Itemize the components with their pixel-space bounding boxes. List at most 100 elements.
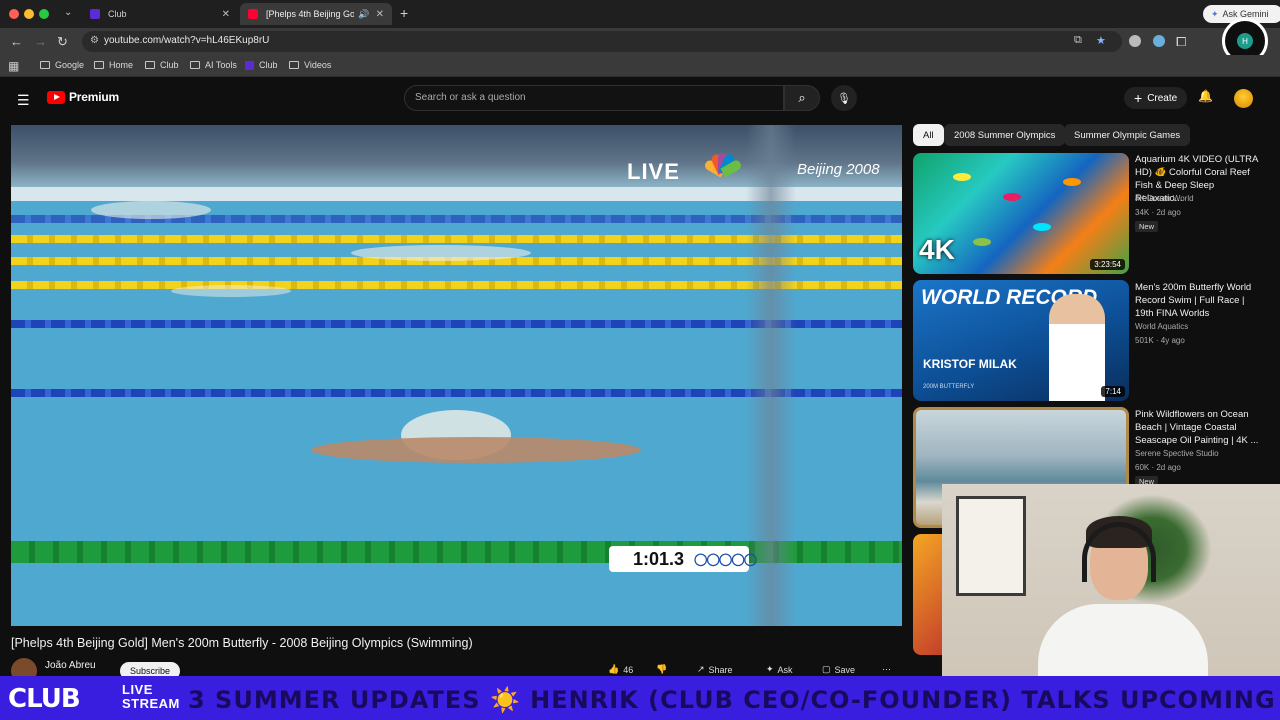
site-info-icon[interactable]: ⚙ <box>90 35 99 46</box>
youtube-play-icon <box>47 90 65 104</box>
chip-2008-summer-olympics[interactable]: 2008 Summer Olympics <box>944 124 1066 146</box>
bookmark-videos[interactable]: Videos <box>289 60 331 70</box>
plus-icon: + <box>1134 90 1143 106</box>
menu-hamburger-icon[interactable]: ☰ <box>17 92 30 109</box>
thumbs-down-icon: 👎 <box>656 664 668 674</box>
new-tab-button[interactable]: + <box>400 5 408 21</box>
search-placeholder: Search or ask a question <box>415 92 526 103</box>
forward-arrow-icon[interactable]: → <box>34 34 47 49</box>
like-button[interactable]: 👍 46 <box>608 664 633 675</box>
tab-club[interactable]: Club ✕ <box>82 3 238 25</box>
rec-meta: 34K · 2d ago <box>1135 208 1181 217</box>
more-actions-icon[interactable]: ⋯ <box>882 664 891 675</box>
profile-avatar: H <box>1237 33 1253 49</box>
bookmark-home[interactable]: Home <box>94 60 133 70</box>
fish-shape <box>953 173 971 181</box>
tab-title: Club <box>108 9 127 19</box>
chip-summer-olympic-games[interactable]: Summer Olympic Games <box>1064 124 1191 146</box>
audio-playing-icon[interactable]: 🔊 <box>358 9 369 20</box>
bookmark-label: AI Tools <box>205 60 237 70</box>
reload-icon[interactable]: ↻ <box>57 34 68 50</box>
ask-button[interactable]: ✦ Ask <box>766 664 793 675</box>
channel-name[interactable]: João Abreu <box>45 660 96 671</box>
tab-search-chevron-icon[interactable]: ⌄ <box>64 7 72 18</box>
rec-thumbnail-world-record[interactable]: WORLD RECORD KRISTOF MILAK 200M BUTTERFL… <box>913 280 1129 401</box>
rec-channel[interactable]: Serene Spective Studio <box>1135 449 1219 458</box>
notifications-bell-icon[interactable]: 🔔 <box>1198 89 1213 103</box>
bookmark-club[interactable]: Club <box>245 60 278 70</box>
microphone-icon: 🎙 <box>837 92 851 105</box>
create-label: Create <box>1147 92 1178 104</box>
close-window-button[interactable] <box>9 9 19 19</box>
fish-shape <box>1033 223 1051 231</box>
video-player[interactable]: LIVE Beijing 2008 1:01.3 ◯◯◯◯◯ <box>11 125 902 626</box>
bookmark-label: Videos <box>304 60 332 70</box>
rec-channel[interactable]: World Aquatics <box>1135 322 1188 331</box>
extension-globe-icon[interactable] <box>1153 35 1165 47</box>
back-arrow-icon[interactable]: ← <box>10 34 23 49</box>
rec-channel[interactable]: 4K Ocean World <box>1135 194 1194 203</box>
dislike-button[interactable]: 👎 <box>656 664 667 675</box>
bookmarks-bar: ▦ Google Home Club AI Tools Club Videos <box>0 55 1280 77</box>
club-favicon-icon <box>245 60 254 70</box>
tab-title: [Phelps 4th Beijing Gold] <box>266 9 355 19</box>
sparkle-icon: ✦ <box>1211 8 1219 19</box>
thumb-swimmer-name: KRISTOF MILAK <box>923 357 1017 371</box>
extension-icon[interactable] <box>1129 35 1141 47</box>
bookmark-google[interactable]: Google <box>40 60 84 70</box>
url-text[interactable]: youtube.com/watch?v=hL46EKup8rU <box>104 35 269 46</box>
minimize-window-button[interactable] <box>24 9 34 19</box>
youtube-premium-logo[interactable]: Premium <box>47 90 119 104</box>
fish-shape <box>973 238 991 246</box>
extensions-puzzle-icon[interactable]: ⧠ <box>1176 34 1186 50</box>
thumb-event: 200M BUTTERFLY <box>923 384 975 390</box>
bookmark-ai-tools[interactable]: AI Tools <box>190 60 237 70</box>
fish-shape <box>1063 178 1081 186</box>
browser-toolbar: ← → ↻ ⚙ youtube.com/watch?v=hL46EKup8rU … <box>0 28 1280 55</box>
rec-title[interactable]: Men's 200m Butterfly World Record Swim |… <box>1135 281 1263 320</box>
live-overlay: LIVE <box>627 159 680 184</box>
club-logo: CLUB <box>8 684 81 714</box>
sparkle-icon: ✦ <box>766 664 774 674</box>
swimmer-figure <box>311 437 641 463</box>
bookmark-label: Google <box>55 60 85 70</box>
rec-title[interactable]: Pink Wildflowers on Ocean Beach | Vintag… <box>1135 408 1263 447</box>
rec-meta: 501K · 4y ago <box>1135 336 1185 345</box>
chip-all[interactable]: All <box>913 124 944 146</box>
tab-close-icon[interactable]: ✕ <box>222 9 230 20</box>
folder-icon <box>145 61 155 69</box>
bookmark-label: Club <box>259 60 278 70</box>
folder-icon <box>40 61 50 69</box>
race-clock-time: 1:01.3 <box>633 548 685 569</box>
rec-thumbnail-aquarium[interactable]: 4K 3:23:54 <box>913 153 1129 274</box>
news-ticker: 3 SUMMER UPDATES ☀️ HENRIK (CLUB CEO/CO-… <box>188 686 1280 714</box>
create-button[interactable]: + Create <box>1124 87 1188 109</box>
bookmark-label: Home <box>109 60 134 70</box>
bookmark-club-folder[interactable]: Club <box>145 60 179 70</box>
voice-search-button[interactable]: 🎙 <box>831 85 857 111</box>
new-badge: New <box>1135 221 1159 232</box>
search-button[interactable]: ⌕ <box>784 85 820 111</box>
browser-tab-strip: ⌄ Club ✕ [Phelps 4th Beijing Gold] 🔊 ✕ +… <box>0 0 1280 28</box>
video-duration: 7:14 <box>1101 386 1125 397</box>
stream-banner: CLUB LIVE STREAM 3 SUMMER UPDATES ☀️ HEN… <box>0 676 1280 720</box>
save-button[interactable]: ▢ Save <box>822 664 855 675</box>
like-count: 46 <box>623 664 634 675</box>
apps-grid-icon[interactable]: ▦ <box>8 59 19 73</box>
share-button[interactable]: ↗ Share <box>697 664 733 675</box>
tab-youtube-video[interactable]: [Phelps 4th Beijing Gold] 🔊 ✕ <box>240 3 392 25</box>
cast-icon[interactable]: ⧉ <box>1074 34 1082 47</box>
address-bar[interactable]: ⚙ youtube.com/watch?v=hL46EKup8rU ⧉ ★ <box>82 31 1122 52</box>
maximize-window-button[interactable] <box>39 9 49 19</box>
bookmark-star-icon[interactable]: ★ <box>1096 34 1106 47</box>
presenter-body <box>1038 604 1208 676</box>
logo-text: Premium <box>69 90 119 104</box>
search-input[interactable]: Search or ask a question <box>404 85 784 111</box>
bookmark-icon: ▢ <box>822 664 831 674</box>
account-avatar[interactable] <box>1234 89 1253 108</box>
folder-icon <box>94 61 104 69</box>
video-duration: 3:23:54 <box>1090 259 1125 270</box>
beijing-2008-overlay: Beijing 2008 <box>797 161 880 178</box>
club-favicon-icon <box>90 9 100 19</box>
tab-close-icon[interactable]: ✕ <box>376 9 384 20</box>
